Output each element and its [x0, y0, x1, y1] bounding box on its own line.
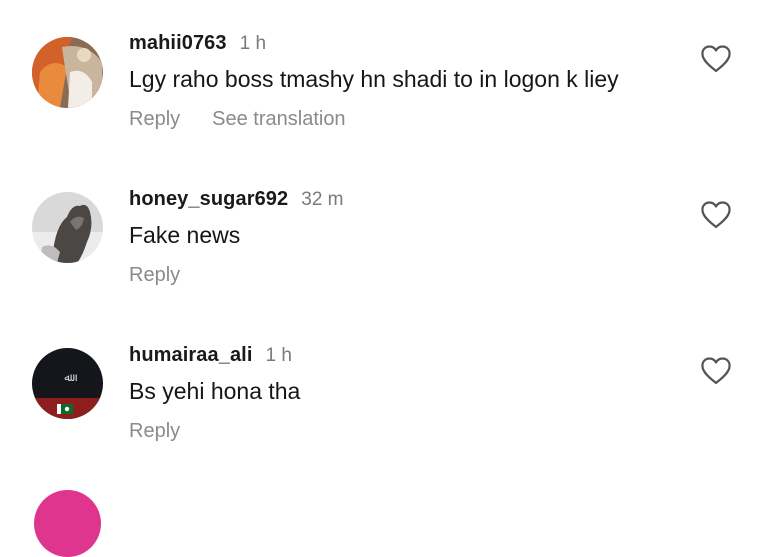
heart-outline-icon — [701, 201, 731, 229]
username[interactable]: mahii0763 — [129, 32, 227, 55]
timestamp: 1 h — [265, 345, 292, 366]
username[interactable]: honey_sugar692 — [129, 188, 288, 211]
avatar[interactable] — [32, 192, 103, 263]
timestamp: 32 m — [301, 189, 344, 210]
see-translation-button[interactable]: See translation — [212, 108, 345, 131]
heart-outline-icon — [701, 45, 731, 73]
comment-meta: humairaa_ali 1 h — [129, 344, 292, 370]
like-button[interactable] — [700, 44, 732, 74]
comment-item: mahii0763 1 h Lgy raho boss tmashy hn sh… — [0, 32, 776, 182]
reply-button[interactable]: Reply — [129, 108, 180, 131]
comment-meta: mahii0763 1 h — [129, 32, 266, 58]
comment-meta: honey_sugar692 32 m — [129, 188, 344, 214]
next-comment-avatar[interactable] — [34, 490, 101, 557]
timestamp: 1 h — [239, 33, 267, 54]
comment-item: honey_sugar692 32 m Fake news Reply — [0, 188, 776, 338]
avatar-image — [32, 192, 103, 263]
avatar-image — [32, 37, 103, 108]
like-button[interactable] — [700, 356, 732, 386]
avatar-image: ﷲ — [32, 348, 103, 419]
comment-item: ﷲ humairaa_ali 1 h Bs yehi hona tha Repl… — [0, 344, 776, 494]
comment-actions: Reply See translation — [129, 108, 346, 131]
comment-text: Fake news — [129, 222, 241, 248]
username[interactable]: humairaa_ali — [129, 344, 253, 367]
heart-outline-icon — [701, 357, 731, 385]
comment-actions: Reply — [129, 420, 180, 443]
avatar[interactable]: ﷲ — [32, 348, 103, 419]
reply-button[interactable]: Reply — [129, 264, 180, 287]
avatar[interactable] — [32, 37, 103, 108]
comment-text: Lgy raho boss tmashy hn shadi to in logo… — [129, 66, 619, 92]
comment-actions: Reply — [129, 264, 180, 287]
comment-text: Bs yehi hona tha — [129, 378, 301, 404]
like-button[interactable] — [700, 200, 732, 230]
reply-button[interactable]: Reply — [129, 420, 180, 443]
